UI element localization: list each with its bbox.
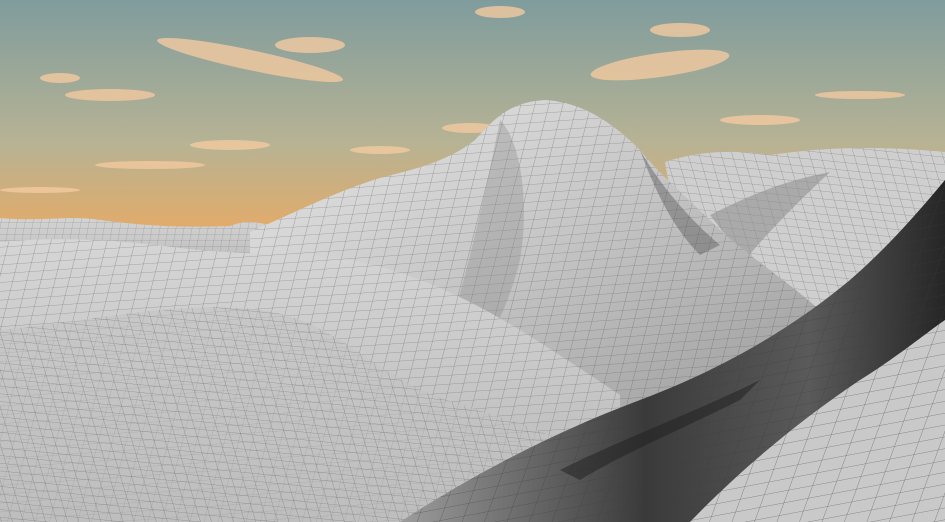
terrain-render-viewport bbox=[0, 0, 945, 522]
render-canvas bbox=[0, 0, 945, 522]
